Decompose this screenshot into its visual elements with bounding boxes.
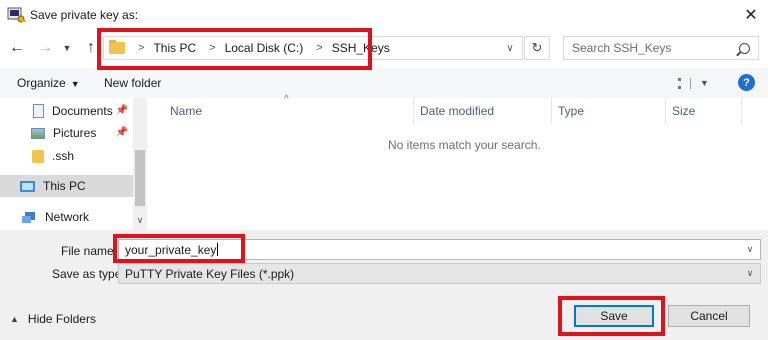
chevron-down-icon: ∨ [746,244,754,254]
navigation-pane: Documents 📌 Pictures 📌 .ssh This PC Netw… [0,98,148,230]
column-divider[interactable] [551,98,552,124]
save-as-type-select[interactable]: PuTTY Private Key Files (*.ppk) [118,263,761,284]
search-icon [739,42,750,54]
documents-icon [33,104,44,118]
chevron-up-icon: ▲ [10,314,19,324]
save-button[interactable]: Save [574,305,654,327]
column-divider[interactable] [665,98,666,124]
sidebar-item-label: Pictures [53,126,97,140]
sidebar-item-label: Network [45,210,90,224]
recent-locations-button[interactable]: ▼ [60,38,74,58]
chevron-right-icon: > [209,42,216,54]
pictures-icon [31,127,45,139]
breadcrumb-this-pc[interactable]: This PC [153,41,196,55]
details-view-icon [678,77,691,89]
empty-folder-message: No items match your search. [388,138,541,152]
arrow-left-icon: ← [9,39,25,56]
sidebar-item-this-pc[interactable]: This PC [0,175,133,197]
save-as-type-label: Save as type: [52,267,125,281]
sidebar-item-network[interactable]: Network [0,206,133,228]
chevron-down-icon: ∨ [506,42,514,54]
breadcrumb-ssh-keys[interactable]: SSH_Keys [332,41,390,55]
organize-label: Organize [17,76,66,90]
search-placeholder: Search SSH_Keys [572,41,672,55]
column-header-name[interactable]: Name [170,98,410,124]
column-divider[interactable] [413,98,414,124]
caret-down-icon: ▼ [70,79,80,89]
column-header-type[interactable]: Type [558,98,658,124]
hide-folders-label: Hide Folders [27,312,96,326]
forward-button[interactable]: → [34,37,56,59]
chevron-right-icon: > [138,42,145,54]
column-divider[interactable] [741,98,742,124]
scrollbar-thumb[interactable] [135,150,145,206]
sidebar-item-label: This PC [43,179,86,193]
address-dropdown-button[interactable]: ∨ [499,36,521,60]
back-button[interactable]: ← [6,37,28,59]
file-name-label: File name: [61,244,118,258]
change-view-button[interactable]: ▼ [678,74,714,92]
cancel-button[interactable]: Cancel [668,305,750,327]
close-icon: ✕ [744,7,758,24]
address-bar[interactable]: > This PC > Local Disk (C:) > SSH_Keys [103,36,523,60]
chevron-right-icon: > [316,42,323,54]
text-cursor [217,243,219,256]
folder-icon [32,149,44,163]
sidebar-item-documents[interactable]: Documents 📌 [0,100,133,122]
file-name-dropdown-button[interactable]: ∨ [740,240,760,259]
help-button[interactable]: ? [738,74,755,91]
pin-icon: 📌 [115,105,128,116]
help-icon: ? [743,76,750,89]
close-button[interactable]: ✕ [736,2,766,28]
chevron-down-icon: ▼ [62,43,72,53]
column-header-date-modified[interactable]: Date modified [420,98,550,124]
arrow-up-icon: ↑ [87,39,95,56]
network-icon [22,211,37,223]
refresh-icon: ↻ [531,40,543,55]
window-title: Save private key as: [30,8,139,22]
folder-icon [109,40,125,54]
column-header-size[interactable]: Size [672,98,732,124]
scroll-down-icon[interactable]: ∨ [135,213,145,227]
hide-folders-button[interactable]: ▲ Hide Folders [10,312,96,326]
sidebar-item-pictures[interactable]: Pictures 📌 [0,122,133,144]
file-name-field[interactable]: your_private_key [118,239,761,260]
chevron-down-icon: ∨ [746,268,754,278]
breadcrumb-local-disk[interactable]: Local Disk (C:) [225,41,304,55]
sidebar-item-label: Documents [52,104,113,118]
putty-key-icon [7,5,27,25]
pin-icon: 📌 [115,127,128,138]
organize-button[interactable]: Organize ▼ [17,76,80,90]
sidebar-item-label: .ssh [52,149,75,163]
new-folder-button[interactable]: New folder [104,76,161,90]
refresh-button[interactable]: ↻ [524,36,550,60]
arrow-right-icon: → [37,39,53,56]
this-pc-icon [20,180,35,192]
up-button[interactable]: ↑ [80,37,102,59]
search-input[interactable]: Search SSH_Keys [563,36,759,60]
caret-down-icon: ▼ [700,78,709,88]
file-name-value: your_private_key [125,242,217,257]
sidebar-item-ssh[interactable]: .ssh [0,145,133,167]
